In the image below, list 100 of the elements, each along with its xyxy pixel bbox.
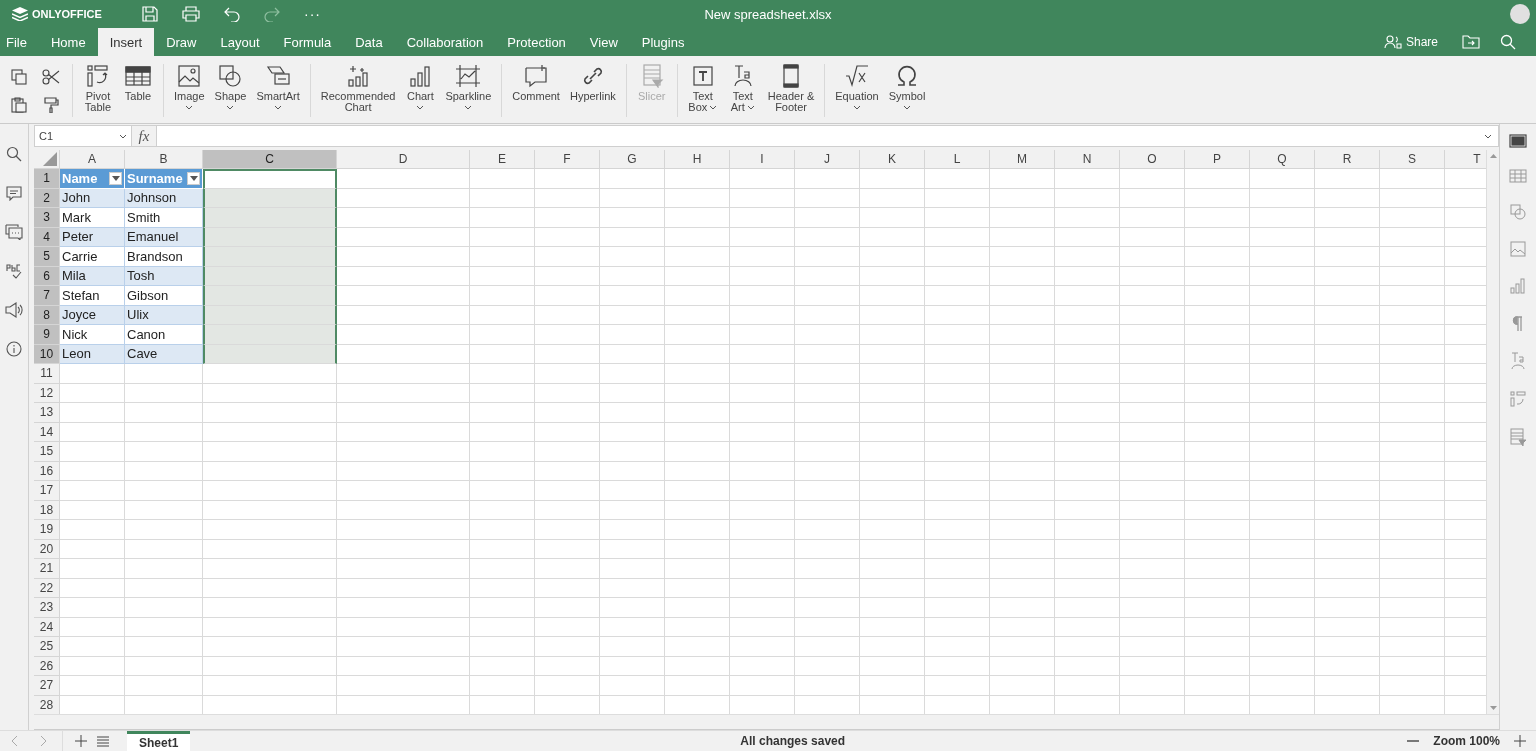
row-header[interactable]: 1 [34,169,60,189]
format-painter-button[interactable] [43,97,59,113]
row-header[interactable]: 11 [34,364,60,384]
filter-button[interactable] [109,171,122,185]
toolbar-button[interactable]: Equation [833,64,881,123]
toolbar-button[interactable]: Header & Footer [765,64,817,123]
row-header[interactable]: 12 [34,383,60,403]
chat-button[interactable] [5,224,23,240]
about-button[interactable] [6,341,22,357]
row-header[interactable]: 20 [34,539,60,559]
row-header[interactable]: 3 [34,208,60,228]
column-header[interactable]: M [990,150,1055,169]
menu-tab[interactable]: Plugins [629,28,697,56]
paragraph-icon[interactable] [1512,315,1524,331]
row-header[interactable]: 17 [34,481,60,501]
table-icon[interactable] [1509,169,1527,183]
zoom-in-button[interactable] [1514,735,1526,747]
column-header[interactable]: B [125,150,203,169]
add-sheet-button[interactable] [75,735,87,747]
row-header[interactable]: 18 [34,500,60,520]
column-header[interactable]: N [1055,150,1120,169]
menu-tab[interactable]: View [577,28,630,56]
undo-button[interactable] [224,6,240,22]
column-header[interactable]: R [1315,150,1380,169]
row-header[interactable]: 9 [34,325,60,345]
save-button[interactable] [142,6,158,22]
row-header[interactable]: 16 [34,461,60,481]
column-header[interactable]: I [730,150,795,169]
row-header[interactable]: 26 [34,656,60,676]
feedback-button[interactable] [5,302,23,318]
pivot-table-icon[interactable] [1510,391,1526,407]
cut-button[interactable] [42,69,60,85]
formula-input[interactable] [157,125,1499,147]
previous-sheet-button[interactable] [10,735,18,747]
text-art-icon[interactable] [1510,352,1526,370]
next-sheet-button[interactable] [40,735,48,747]
toolbar-button[interactable]: Symbol [886,64,928,123]
menu-tab[interactable]: Collaboration [394,28,496,56]
column-header[interactable]: H [665,150,730,169]
column-header[interactable]: C [203,150,337,169]
toolbar-button[interactable]: Text Box [685,64,720,123]
toolbar-button[interactable]: Comment [510,64,562,123]
toolbar-button[interactable]: Recommended Chart [318,64,398,123]
column-header[interactable]: P [1185,150,1250,169]
menu-tab[interactable]: Layout [208,28,272,56]
column-header[interactable]: A [60,150,125,169]
column-header[interactable]: J [795,150,860,169]
toolbar-button[interactable]: Chart [403,64,438,123]
menu-tab[interactable]: File [0,28,39,56]
user-avatar[interactable] [1510,4,1530,24]
row-header[interactable]: 21 [34,559,60,579]
search-button[interactable] [6,146,22,162]
column-header[interactable]: G [600,150,665,169]
toolbar-button[interactable]: SmartArt [254,64,302,123]
toolbar-button[interactable]: Shape [212,64,249,123]
select-all-corner[interactable] [34,150,60,169]
comments-button[interactable] [6,185,22,201]
toolbar-button[interactable]: Table [121,64,155,123]
row-header[interactable]: 19 [34,520,60,540]
share-button[interactable]: Share [1383,28,1438,56]
spellcheck-button[interactable] [6,263,22,279]
column-header[interactable]: K [860,150,925,169]
row-header[interactable]: 7 [34,286,60,306]
shape-icon[interactable] [1510,204,1526,220]
toolbar-button[interactable]: Image [172,64,207,123]
toolbar-button[interactable]: Pivot Table [81,64,115,123]
row-header[interactable]: 14 [34,422,60,442]
row-header[interactable]: 4 [34,227,60,247]
image-icon[interactable] [1510,241,1526,257]
column-header[interactable]: T [1445,150,1486,169]
column-header[interactable]: L [925,150,990,169]
row-header[interactable]: 13 [34,403,60,423]
print-button[interactable] [182,6,200,22]
column-header[interactable]: E [470,150,535,169]
slicer-icon[interactable] [1510,428,1526,446]
row-header[interactable]: 6 [34,266,60,286]
name-box[interactable]: C1 [34,125,132,147]
column-header[interactable]: Q [1250,150,1315,169]
column-header[interactable]: D [337,150,470,169]
more-button[interactable]: ··· [304,6,321,22]
toolbar-button[interactable]: Sparkline [443,64,494,123]
row-header[interactable]: 5 [34,247,60,267]
toolbar-button[interactable]: Text Art [725,64,760,123]
redo-button[interactable] [264,6,280,22]
row-header[interactable]: 24 [34,617,60,637]
column-header[interactable]: O [1120,150,1185,169]
row-header[interactable]: 23 [34,598,60,618]
menu-tab[interactable]: Protection [495,28,578,56]
copy-button[interactable] [11,69,27,85]
toolbar-button[interactable]: Hyperlink [567,64,618,123]
paste-button[interactable] [11,97,27,113]
chart-icon[interactable] [1510,278,1526,294]
row-header[interactable]: 15 [34,442,60,462]
column-header[interactable]: S [1380,150,1445,169]
sheet-list-button[interactable] [97,735,109,747]
menu-tab[interactable]: Insert [97,28,155,56]
cell-settings-icon[interactable] [1509,134,1527,148]
scroll-down-icon[interactable] [1489,706,1497,710]
horizontal-scrollbar[interactable] [34,714,1499,730]
row-header[interactable]: 22 [34,578,60,598]
